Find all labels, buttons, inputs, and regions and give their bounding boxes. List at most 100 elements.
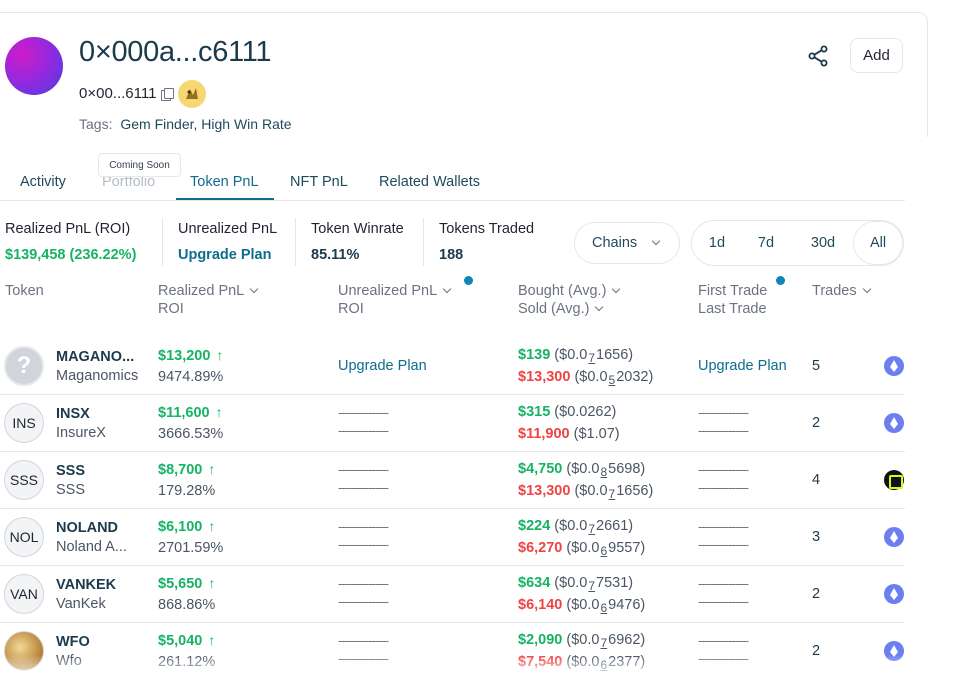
tab-nft-pnl[interactable]: NFT PnL — [290, 174, 348, 190]
realized-pnl-value: $5,040 ↑ — [158, 632, 215, 649]
bought-cell: $4,750 ($0.085698) — [518, 461, 645, 479]
ethereum-chain-icon — [884, 527, 904, 547]
bottom-fade — [0, 655, 965, 675]
period-7d-button[interactable]: 7d — [749, 221, 783, 265]
table-row[interactable]: SSS SSS SSS $8,700 ↑ 179.28% ------------… — [0, 452, 905, 509]
sold-avg-prefix: ($0.0 — [574, 483, 608, 499]
bought-avg-prefix: ($0.0 — [566, 632, 600, 648]
wallet-avatar — [5, 37, 63, 95]
period-30d-button[interactable]: 30d — [802, 221, 844, 265]
header-unrealized-pnl[interactable]: Unrealized PnL ROI — [338, 282, 452, 318]
last-trade-placeholder: --------------- — [698, 423, 749, 438]
sold-cell: $6,270 ($0.069557) — [518, 540, 645, 558]
realized-pnl-amount: $8,700 — [158, 462, 203, 478]
unrealized-pnl-placeholder: --------------- — [338, 633, 389, 648]
realized-roi-value: 9474.89% — [158, 369, 224, 385]
bought-avg: ($0.0262) — [554, 404, 617, 420]
table-row[interactable]: INS INSX InsureX $11,600 ↑ 3666.53% -----… — [0, 395, 905, 452]
table-row[interactable]: VAN VANKEK VanKek $5,650 ↑ 868.86% ------… — [0, 566, 905, 623]
token-symbol[interactable]: NOLAND — [56, 520, 118, 536]
token-symbol[interactable]: MAGANO... — [56, 349, 134, 365]
header-bought-sold[interactable]: Bought (Avg.) Sold (Avg.) — [518, 282, 621, 318]
trades-count: 3 — [812, 529, 821, 545]
header-unrealized-roi: ROI — [338, 301, 364, 317]
header-realized-label: Realized PnL — [158, 283, 245, 299]
token-symbol[interactable]: VANKEK — [56, 577, 116, 593]
chains-select[interactable]: Chains — [574, 222, 680, 264]
sold-avg-suffix: 9476) — [608, 597, 646, 613]
header-trades[interactable]: Trades — [812, 282, 871, 300]
arrow-up-icon: ↑ — [208, 575, 216, 591]
bought-avg-zeros: 7 — [588, 351, 596, 365]
stat-unrealized-upgrade-link[interactable]: Upgrade Plan — [178, 247, 271, 263]
token-icon: NOL — [4, 517, 44, 557]
token-icon: INS — [4, 403, 44, 443]
tags-value[interactable]: Gem Finder, High Win Rate — [120, 116, 291, 132]
trades-count: 2 — [812, 415, 821, 431]
token-name: InsureX — [56, 425, 106, 441]
sold-avg-zeros: 6 — [600, 601, 608, 615]
bought-avg-suffix: 2661) — [596, 518, 634, 534]
sold-avg-prefix: ($0.0 — [574, 369, 608, 385]
wallet-title: 0×000a...c6111 — [79, 36, 272, 68]
sold-avg: ($1.07) — [573, 426, 620, 442]
realized-pnl-value: $11,600 ↑ — [158, 404, 223, 421]
unrealized-upgrade-link[interactable]: Upgrade Plan — [338, 358, 427, 374]
bought-amount: $634 — [518, 575, 551, 591]
share-button[interactable] — [806, 44, 830, 68]
bought-avg-suffix: 6962) — [608, 632, 646, 648]
stat-divider — [295, 218, 296, 266]
first-trade-upgrade-link[interactable]: Upgrade Plan — [698, 358, 787, 374]
add-button[interactable]: Add — [850, 38, 903, 73]
realized-pnl-amount: $5,650 — [158, 576, 203, 592]
stat-realized-value: $139,458 (236.22%) — [5, 247, 137, 263]
table-row[interactable]: NOL NOLAND Noland A... $6,100 ↑ 2701.59% … — [0, 509, 905, 566]
bought-avg-zeros: 8 — [600, 465, 608, 479]
last-trade-placeholder: --------------- — [698, 594, 749, 609]
header-realized-pnl[interactable]: Realized PnL ROI — [158, 282, 259, 318]
realized-pnl-amount: $5,040 — [158, 633, 203, 649]
bought-avg-prefix: ($0.0 — [554, 575, 588, 591]
chevron-down-icon — [250, 284, 259, 294]
realized-roi-value: 868.86% — [158, 597, 216, 613]
badge-icon[interactable] — [178, 80, 206, 108]
period-1d-button[interactable]: 1d — [700, 221, 734, 265]
badge-glyph-icon — [179, 81, 205, 107]
stat-divider — [423, 218, 424, 266]
info-dot-icon — [776, 276, 785, 285]
unrealized-roi-placeholder: --------------- — [338, 423, 389, 438]
header-last-trade: Last Trade — [698, 301, 767, 317]
arrow-up-icon: ↑ — [208, 461, 216, 477]
chains-select-label: Chains — [592, 235, 638, 251]
copy-icon[interactable] — [161, 88, 175, 101]
trades-count: 5 — [812, 358, 821, 374]
bought-amount: $4,750 — [518, 461, 563, 477]
token-icon: VAN — [4, 574, 44, 614]
tab-activity[interactable]: Activity — [20, 174, 66, 190]
tab-related-wallets[interactable]: Related Wallets — [379, 174, 480, 190]
realized-roi-value: 179.28% — [158, 483, 216, 499]
token-symbol[interactable]: SSS — [56, 463, 85, 479]
bought-avg-suffix: 1656) — [596, 347, 634, 363]
chevron-down-icon — [442, 284, 452, 294]
table-row[interactable]: ? MAGANO... Maganomics $13,200 ↑ 9474.89%… — [0, 338, 905, 395]
realized-roi-value: 3666.53% — [158, 426, 224, 442]
bought-cell: $2,090 ($0.076962) — [518, 632, 646, 650]
sold-amount: $6,270 — [518, 540, 563, 556]
period-all-button[interactable]: All — [853, 221, 903, 265]
tab-token-pnl[interactable]: Token PnL — [190, 174, 259, 190]
active-tab-indicator — [176, 198, 274, 200]
token-name: SSS — [56, 482, 86, 498]
tags-label: Tags: — [79, 116, 113, 132]
arrow-up-icon: ↑ — [208, 518, 216, 534]
realized-pnl-value: $6,100 ↑ — [158, 518, 215, 535]
token-symbol[interactable]: WFO — [56, 634, 90, 650]
chevron-down-icon — [651, 236, 661, 246]
chevron-down-icon — [862, 284, 871, 294]
bought-amount: $139 — [518, 347, 551, 363]
sold-cell: $13,300 ($0.071656) — [518, 483, 653, 501]
token-symbol[interactable]: INSX — [56, 406, 90, 422]
unrealized-pnl-placeholder: --------------- — [338, 405, 389, 420]
header-first-trade: First Trade — [698, 283, 768, 299]
realized-pnl-amount: $6,100 — [158, 519, 203, 535]
